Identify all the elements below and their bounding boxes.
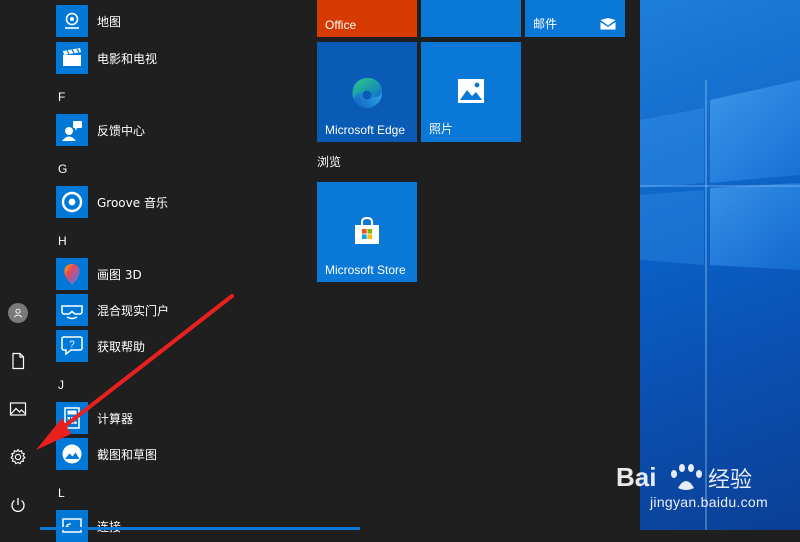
gear-icon	[10, 448, 26, 465]
app-label: 反馈中心	[97, 123, 146, 138]
baidu-paw-logo: Bai 经验	[616, 462, 752, 493]
settings-button[interactable]	[0, 439, 36, 475]
user-account-button[interactable]	[0, 295, 36, 331]
letter-header-f[interactable]: F	[58, 90, 65, 104]
get-help-icon: ?	[56, 330, 88, 362]
app-item-groove-music[interactable]: Groove 音乐	[56, 186, 296, 218]
tile-photos[interactable]: 照片	[421, 42, 521, 142]
app-item-maps[interactable]: 地图	[56, 5, 296, 37]
tile-edge[interactable]: Microsoft Edge	[317, 42, 417, 142]
pictures-icon	[9, 402, 27, 416]
app-label: 画图 3D	[97, 267, 142, 282]
desktop-wallpaper	[640, 0, 800, 530]
maps-icon	[56, 5, 88, 37]
tile-group-browse[interactable]: 浏览	[317, 153, 341, 170]
app-label: 连接	[97, 518, 121, 535]
calculator-icon	[56, 402, 88, 434]
paint-3d-icon	[56, 258, 88, 290]
tile-blank[interactable]	[421, 0, 521, 37]
tile-label: Microsoft Edge	[325, 123, 406, 137]
windows-logo-light	[640, 80, 800, 530]
letter-header-j[interactable]: J	[58, 378, 64, 392]
tile-label: Office	[325, 18, 357, 32]
pictures-button[interactable]	[0, 391, 36, 427]
letter-header-h[interactable]: H	[58, 234, 67, 248]
svg-text:经验: 经验	[708, 468, 752, 493]
groove-music-icon	[56, 186, 88, 218]
mail-icon	[600, 18, 616, 30]
start-left-rail	[0, 0, 40, 530]
snip-sketch-icon	[56, 438, 88, 470]
app-item-calculator[interactable]: 计算器	[56, 402, 296, 434]
user-icon	[8, 303, 28, 323]
app-label: 截图和草图	[97, 447, 158, 462]
app-label: 计算器	[97, 411, 134, 426]
letter-header-g[interactable]: G	[58, 162, 67, 176]
app-label: 地图	[97, 14, 122, 29]
tiles-area: Office 邮件 Microsoft Edge 照片 浏览 Microsoft…	[306, 0, 640, 530]
letter-header-l[interactable]: L	[58, 486, 65, 500]
documents-button[interactable]	[0, 343, 36, 379]
connect-icon	[56, 510, 88, 542]
baidu-jingyan-watermark: Bai 经验 jingyan.baidu.com	[612, 458, 792, 524]
app-label: 获取帮助	[97, 339, 146, 354]
app-item-get-help[interactable]: ? 获取帮助	[56, 330, 296, 362]
tile-store[interactable]: Microsoft Store	[317, 182, 417, 282]
document-icon	[12, 352, 25, 370]
power-button[interactable]	[0, 487, 36, 523]
watermark-url: jingyan.baidu.com	[650, 494, 768, 510]
office-icon	[357, 0, 377, 6]
app-label: 混合现实门户	[97, 303, 170, 318]
start-menu: 地图 电影和电视 F 反馈中心 G Groove 音乐 H 画图 3D 混合现实…	[0, 0, 640, 542]
tile-label: 邮件	[533, 17, 558, 31]
svg-text:Bai: Bai	[616, 462, 656, 492]
app-item-movies-tv[interactable]: 电影和电视	[56, 42, 296, 74]
tile-label: Microsoft Store	[325, 263, 406, 277]
film-clapper-icon	[56, 42, 88, 74]
app-item-feedback-hub[interactable]: 反馈中心	[56, 114, 296, 146]
app-item-snip-sketch[interactable]: 截图和草图	[56, 438, 296, 470]
photos-icon	[458, 79, 484, 103]
app-item-connect[interactable]: 连接	[56, 510, 296, 542]
app-list[interactable]: 地图 电影和电视 F 反馈中心 G Groove 音乐 H 画图 3D 混合现实…	[56, 0, 306, 542]
feedback-icon	[56, 114, 88, 146]
svg-text:?: ?	[69, 340, 75, 351]
store-icon	[355, 216, 379, 244]
tile-office[interactable]: Office	[317, 0, 417, 37]
tile-mail[interactable]: 邮件	[525, 0, 625, 37]
tile-label: 照片	[429, 122, 454, 136]
edge-icon	[352, 78, 382, 108]
app-label: 电影和电视	[97, 51, 158, 66]
app-item-paint-3d[interactable]: 画图 3D	[56, 258, 296, 290]
mixed-reality-headset-icon	[56, 294, 88, 326]
app-item-mixed-reality-portal[interactable]: 混合现实门户	[56, 294, 296, 326]
app-label: Groove 音乐	[97, 195, 168, 210]
power-icon	[11, 498, 25, 512]
